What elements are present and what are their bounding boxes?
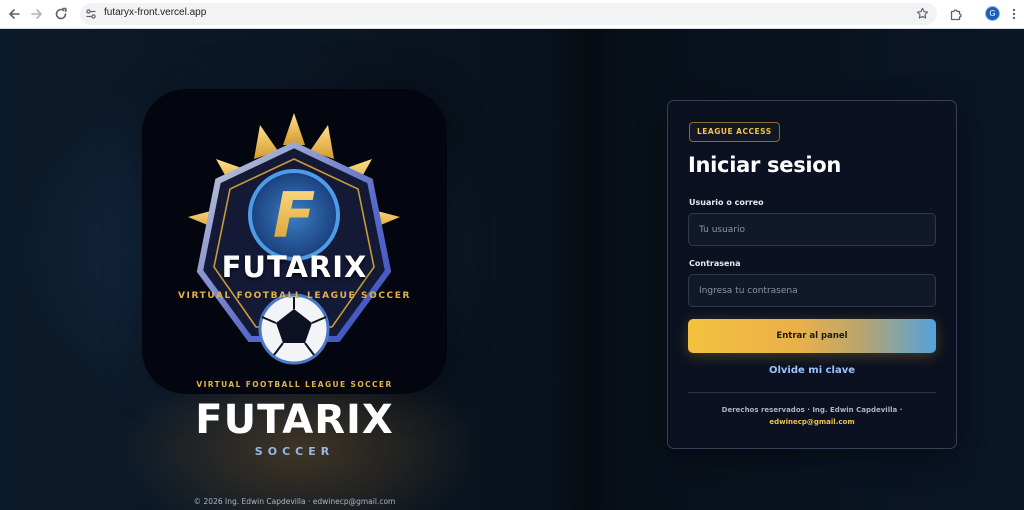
brand-subtitle: SOCCER (254, 445, 335, 458)
logo-bottom-subtitle: VIRTUAL FOOTBALL LEAGUE SOCCER (196, 380, 393, 389)
brand-logo: F FUTARIX VIRTUAL FOOTBALL LEAGUE SOCCER… (142, 89, 447, 394)
divider (688, 392, 936, 393)
username-input[interactable] (688, 213, 936, 246)
copyright-footer: © 2026 Ing. Edwin Capdevilla · edwinecp@… (193, 497, 396, 506)
logo-title: FUTARIX (221, 250, 368, 284)
username-label: Usuario o correo (689, 198, 764, 207)
browser-toolbar: futaryx-front.vercel.app G (0, 0, 1024, 29)
login-submit-button[interactable]: Entrar al panel (688, 319, 936, 353)
league-access-badge: LEAGUE ACCESS (689, 122, 780, 142)
puzzle-icon (950, 9, 962, 21)
kebab-menu-icon (1012, 8, 1016, 20)
brand-title: FUTARIX (195, 397, 394, 443)
browser-menu-button[interactable] (1004, 4, 1024, 24)
contact-email-link[interactable]: edwinecp@gmail.com (688, 418, 936, 426)
rights-text: Derechos reservados · Ing. Edwin Capdevi… (721, 406, 903, 414)
logo-letter: F (273, 179, 315, 252)
logo-emblem: F (188, 113, 400, 365)
tune-icon[interactable] (85, 8, 97, 20)
forward-button[interactable] (27, 4, 47, 24)
login-title: Iniciar sesion (688, 153, 842, 177)
password-label: Contrasena (689, 259, 741, 268)
address-bar[interactable]: futaryx-front.vercel.app (80, 3, 937, 25)
page-content: F FUTARIX VIRTUAL FOOTBALL LEAGUE SOCCER… (0, 29, 1024, 510)
arrow-right-icon (31, 9, 42, 19)
star-icon[interactable] (916, 7, 929, 20)
arrow-left-icon (9, 9, 20, 19)
back-button[interactable] (4, 4, 24, 24)
reload-icon (55, 7, 67, 20)
reload-button[interactable] (51, 4, 71, 24)
logo-subtitle: VIRTUAL FOOTBALL LEAGUE SOCCER (177, 291, 412, 301)
profile-avatar[interactable]: G (985, 6, 1000, 21)
login-card: LEAGUE ACCESS Iniciar sesion Usuario o c… (667, 100, 957, 449)
password-input[interactable] (688, 274, 936, 307)
forgot-password-link[interactable]: Olvide mi clave (688, 365, 936, 376)
url-text[interactable]: futaryx-front.vercel.app (104, 7, 206, 18)
extensions-button[interactable] (946, 4, 966, 24)
